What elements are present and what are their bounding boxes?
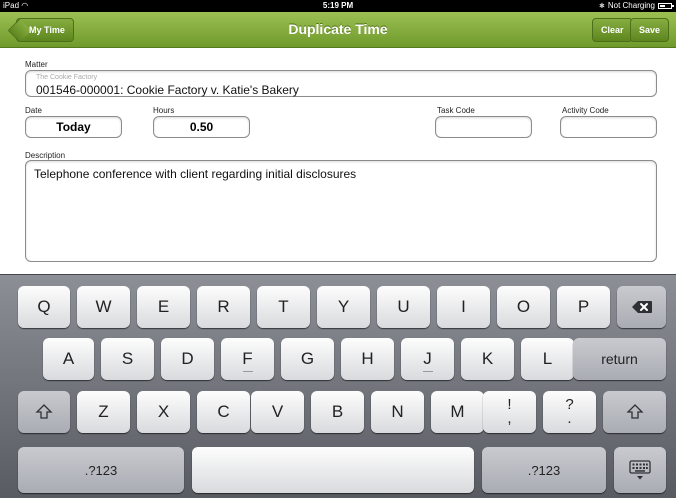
task-code-label: Task Code [437, 106, 475, 115]
key-z[interactable]: Z [77, 391, 130, 433]
key-u[interactable]: U [377, 286, 430, 328]
navigation-bar: My Time Duplicate Time Clear Save [0, 12, 676, 48]
key-s[interactable]: S [101, 338, 154, 380]
key-k[interactable]: K [461, 338, 514, 380]
key-y[interactable]: Y [317, 286, 370, 328]
shift-icon [625, 404, 644, 419]
key-period-glyph: . [567, 410, 572, 427]
shift-icon [35, 404, 53, 419]
space-key[interactable] [192, 447, 474, 493]
key-comma-glyph: , [507, 410, 512, 427]
status-bar: iPad ◠ 5:19 PM ✱ Not Charging [0, 0, 676, 12]
matter-value: 001546-000001: Cookie Factory v. Katie's… [36, 83, 299, 97]
key-p[interactable]: P [557, 286, 610, 328]
key-b[interactable]: B [311, 391, 364, 433]
key-j-label: J [423, 349, 432, 368]
key-r[interactable]: R [197, 286, 250, 328]
hours-label: Hours [153, 106, 175, 115]
bluetooth-icon: ✱ [598, 2, 605, 10]
key-c[interactable]: C [197, 391, 250, 433]
numbers-key-left[interactable]: .?123 [18, 447, 184, 493]
return-key[interactable]: return [573, 338, 666, 380]
battery-status: ✱ Not Charging [598, 1, 674, 10]
key-d[interactable]: D [161, 338, 214, 380]
key-exclamation-comma[interactable]: ! , [483, 391, 536, 433]
key-n[interactable]: N [371, 391, 424, 433]
hours-field[interactable]: 0.50 [153, 116, 250, 138]
key-question-period-label: ? . [565, 397, 573, 427]
keyboard-hide-icon [629, 460, 651, 480]
key-g[interactable]: G [281, 338, 334, 380]
status-time: 5:19 PM [322, 1, 354, 10]
description-field[interactable]: Telephone conference with client regardi… [25, 160, 657, 262]
key-i[interactable]: I [437, 286, 490, 328]
key-exclamation-comma-label: ! , [507, 397, 512, 427]
home-row-marker [422, 371, 433, 372]
numbers-key-right[interactable]: .?123 [482, 447, 606, 493]
key-question-period[interactable]: ? . [543, 391, 596, 433]
time-entry-form: Matter The Cookie Factory 001546-000001:… [0, 49, 676, 274]
task-code-field[interactable] [435, 116, 532, 138]
matter-field[interactable]: The Cookie Factory 001546-000001: Cookie… [25, 70, 657, 97]
matter-client-name: The Cookie Factory [36, 74, 98, 81]
onscreen-keyboard: Q W E R T Y U I O P A S D F G H J K L re… [0, 274, 676, 498]
date-field[interactable]: Today [25, 116, 122, 138]
backspace-key[interactable] [617, 286, 666, 328]
key-m[interactable]: M [431, 391, 484, 433]
key-j[interactable]: J [401, 338, 454, 380]
key-e[interactable]: E [137, 286, 190, 328]
backspace-icon [631, 301, 652, 313]
battery-icon [658, 2, 674, 9]
key-h[interactable]: H [341, 338, 394, 380]
activity-code-field[interactable] [560, 116, 657, 138]
shift-key-left[interactable] [18, 391, 70, 433]
description-label: Description [25, 151, 66, 160]
key-l[interactable]: L [521, 338, 574, 380]
description-value: Telephone conference with client regardi… [34, 167, 357, 181]
shift-key-right[interactable] [603, 391, 666, 433]
key-t[interactable]: T [257, 286, 310, 328]
home-row-marker [242, 371, 253, 372]
key-f-label: F [242, 349, 253, 368]
key-q[interactable]: Q [18, 286, 70, 328]
save-button[interactable]: Save [630, 18, 670, 42]
key-v[interactable]: V [251, 391, 304, 433]
matter-label: Matter [25, 60, 48, 69]
key-w[interactable]: W [77, 286, 130, 328]
battery-label: Not Charging [607, 1, 655, 10]
hide-keyboard-key[interactable] [614, 447, 666, 493]
key-a[interactable]: A [43, 338, 94, 380]
key-o[interactable]: O [497, 286, 550, 328]
date-label: Date [25, 106, 42, 115]
key-x[interactable]: X [137, 391, 190, 433]
activity-code-label: Activity Code [562, 106, 609, 115]
clear-button[interactable]: Clear [592, 18, 633, 42]
key-f[interactable]: F [221, 338, 274, 380]
page-title: Duplicate Time [288, 21, 388, 37]
